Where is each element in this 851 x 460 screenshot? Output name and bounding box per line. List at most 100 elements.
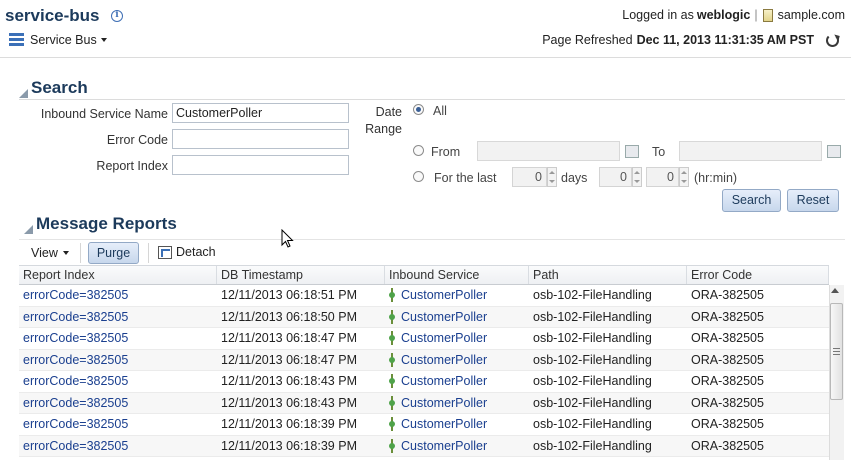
cell-db-timestamp: 12/11/2013 06:18:47 PM	[221, 352, 357, 367]
service-bus-icon	[9, 33, 24, 47]
table-header: Report Index DB Timestamp Inbound Servic…	[19, 265, 829, 285]
days-stepper[interactable]	[547, 167, 557, 187]
radio-for-the-last-label: For the last	[434, 171, 497, 185]
search-button[interactable]: Search	[722, 189, 781, 212]
cell-report-index: errorCode=382505	[19, 439, 217, 453]
info-icon[interactable]: i	[111, 10, 123, 22]
message-reports-title: Message Reports	[36, 214, 177, 233]
days-label: days	[561, 171, 588, 185]
cell-db-timestamp: 12/11/2013 06:18:43 PM	[221, 374, 357, 389]
cell-db-timestamp: 12/11/2013 06:18:43 PM	[221, 395, 357, 410]
table-row[interactable]: errorCode=382505 12/11/2013 06:18:47 PM Cu…	[19, 328, 829, 350]
cell-error-code: ORA-382505	[691, 395, 764, 410]
login-info: Logged in as weblogic | sample.com	[622, 8, 845, 22]
cell-db-timestamp: 12/11/2013 06:18:39 PM	[221, 417, 357, 432]
table-body: errorCode=382505 12/11/2013 06:18:51 PM Cu…	[19, 285, 829, 457]
message-reports-header[interactable]: Message Reports	[24, 214, 177, 234]
cell-report-index: errorCode=382505	[19, 396, 217, 410]
toolbar-separator	[148, 243, 149, 263]
refresh-label: Page Refreshed	[542, 33, 633, 47]
column-header-db-timestamp[interactable]: DB Timestamp	[217, 266, 385, 284]
detach-label: Detach	[176, 245, 216, 259]
report-index-link[interactable]: errorCode=382505	[23, 374, 128, 388]
cell-report-index: errorCode=382505	[19, 417, 217, 431]
mouse-cursor-icon	[281, 229, 294, 248]
error-code-label: Error Code	[106, 133, 168, 147]
cell-path: osb-102-FileHandling	[533, 288, 652, 303]
cell-inbound-service: CustomerPoller	[385, 352, 529, 367]
cell-path: osb-102-FileHandling	[533, 417, 652, 432]
cell-path: osb-102-FileHandling	[533, 331, 652, 346]
report-index-link[interactable]: errorCode=382505	[23, 288, 128, 302]
radio-for-the-last[interactable]	[413, 171, 424, 182]
inbound-service-link[interactable]: CustomerPoller	[401, 353, 487, 367]
search-section-header[interactable]: Search	[19, 78, 88, 98]
cell-inbound-service: CustomerPoller	[385, 395, 529, 410]
table-row[interactable]: errorCode=382505 12/11/2013 06:18:39 PM Cu…	[19, 435, 829, 457]
error-code-input[interactable]	[172, 129, 349, 149]
cell-inbound-service: CustomerPoller	[385, 438, 529, 453]
scroll-up-arrow-icon[interactable]	[831, 288, 839, 293]
refresh-icon[interactable]	[826, 33, 839, 47]
reports-toolbar	[19, 239, 845, 265]
inbound-service-input[interactable]	[172, 103, 349, 123]
to-date-input[interactable]	[679, 141, 822, 161]
hours-input[interactable]: 0	[599, 167, 632, 187]
cell-db-timestamp: 12/11/2013 06:18:47 PM	[221, 331, 357, 346]
inbound-service-link[interactable]: CustomerPoller	[401, 396, 487, 410]
table-row[interactable]: errorCode=382505 12/11/2013 06:18:50 PM Cu…	[19, 306, 829, 328]
radio-all-label: All	[433, 104, 447, 118]
cell-path: osb-102-FileHandling	[533, 352, 652, 367]
column-header-error-code[interactable]: Error Code	[687, 266, 829, 284]
inbound-service-link[interactable]: CustomerPoller	[401, 331, 487, 345]
report-index-link[interactable]: errorCode=382505	[23, 353, 128, 367]
reset-button[interactable]: Reset	[787, 189, 839, 212]
inbound-service-link[interactable]: CustomerPoller	[401, 439, 487, 453]
hours-stepper[interactable]	[632, 167, 642, 187]
cell-path: osb-102-FileHandling	[533, 438, 652, 453]
view-menu[interactable]: View	[31, 246, 69, 260]
report-index-link[interactable]: errorCode=382505	[23, 310, 128, 324]
report-index-label: Report Index	[96, 159, 168, 173]
report-index-link[interactable]: errorCode=382505	[23, 439, 128, 453]
column-header-inbound-service[interactable]: Inbound Service	[385, 266, 529, 284]
inbound-service-link[interactable]: CustomerPoller	[401, 288, 487, 302]
calendar-icon[interactable]	[827, 145, 841, 158]
table-row[interactable]: errorCode=382505 12/11/2013 06:18:43 PM Cu…	[19, 392, 829, 414]
from-date-input[interactable]	[477, 141, 620, 161]
cell-db-timestamp: 12/11/2013 06:18:50 PM	[221, 309, 357, 324]
column-header-report-index[interactable]: Report Index	[19, 266, 217, 284]
table-row[interactable]: errorCode=382505 12/11/2013 06:18:47 PM Cu…	[19, 349, 829, 371]
table-row[interactable]: errorCode=382505 12/11/2013 06:18:51 PM Cu…	[19, 285, 829, 307]
minutes-input[interactable]: 0	[646, 167, 679, 187]
domain-icon	[762, 8, 773, 22]
inbound-service-link[interactable]: CustomerPoller	[401, 417, 487, 431]
cell-db-timestamp: 12/11/2013 06:18:51 PM	[221, 288, 357, 303]
proxy-service-icon	[389, 438, 396, 453]
days-input[interactable]: 0	[512, 167, 547, 187]
cell-report-index: errorCode=382505	[19, 310, 217, 324]
cell-error-code: ORA-382505	[691, 309, 764, 324]
report-index-link[interactable]: errorCode=382505	[23, 396, 128, 410]
date-range-label-line1: Date	[375, 105, 402, 119]
radio-all[interactable]	[413, 104, 424, 115]
logged-in-prefix: Logged in as	[622, 8, 694, 22]
report-index-link[interactable]: errorCode=382505	[23, 417, 128, 431]
refresh-timestamp: Dec 11, 2013 11:31:35 AM PST	[636, 33, 814, 47]
inbound-service-link[interactable]: CustomerPoller	[401, 310, 487, 324]
table-row[interactable]: errorCode=382505 12/11/2013 06:18:39 PM Cu…	[19, 414, 829, 436]
table-row[interactable]: errorCode=382505 12/11/2013 06:18:43 PM Cu…	[19, 371, 829, 393]
detach-button[interactable]: Detach	[158, 245, 216, 259]
radio-from-label: From	[431, 145, 461, 159]
purge-button[interactable]: Purge	[88, 242, 139, 264]
inbound-service-link[interactable]: CustomerPoller	[401, 374, 487, 388]
cell-inbound-service: CustomerPoller	[385, 417, 529, 432]
service-bus-menu[interactable]: Service Bus	[9, 33, 107, 47]
report-index-input[interactable]	[172, 155, 349, 175]
report-index-link[interactable]: errorCode=382505	[23, 331, 128, 345]
column-header-path[interactable]: Path	[529, 266, 687, 284]
minutes-stepper[interactable]	[679, 167, 689, 187]
cell-path: osb-102-FileHandling	[533, 395, 652, 410]
calendar-icon[interactable]	[625, 145, 639, 158]
radio-from[interactable]	[413, 145, 424, 156]
